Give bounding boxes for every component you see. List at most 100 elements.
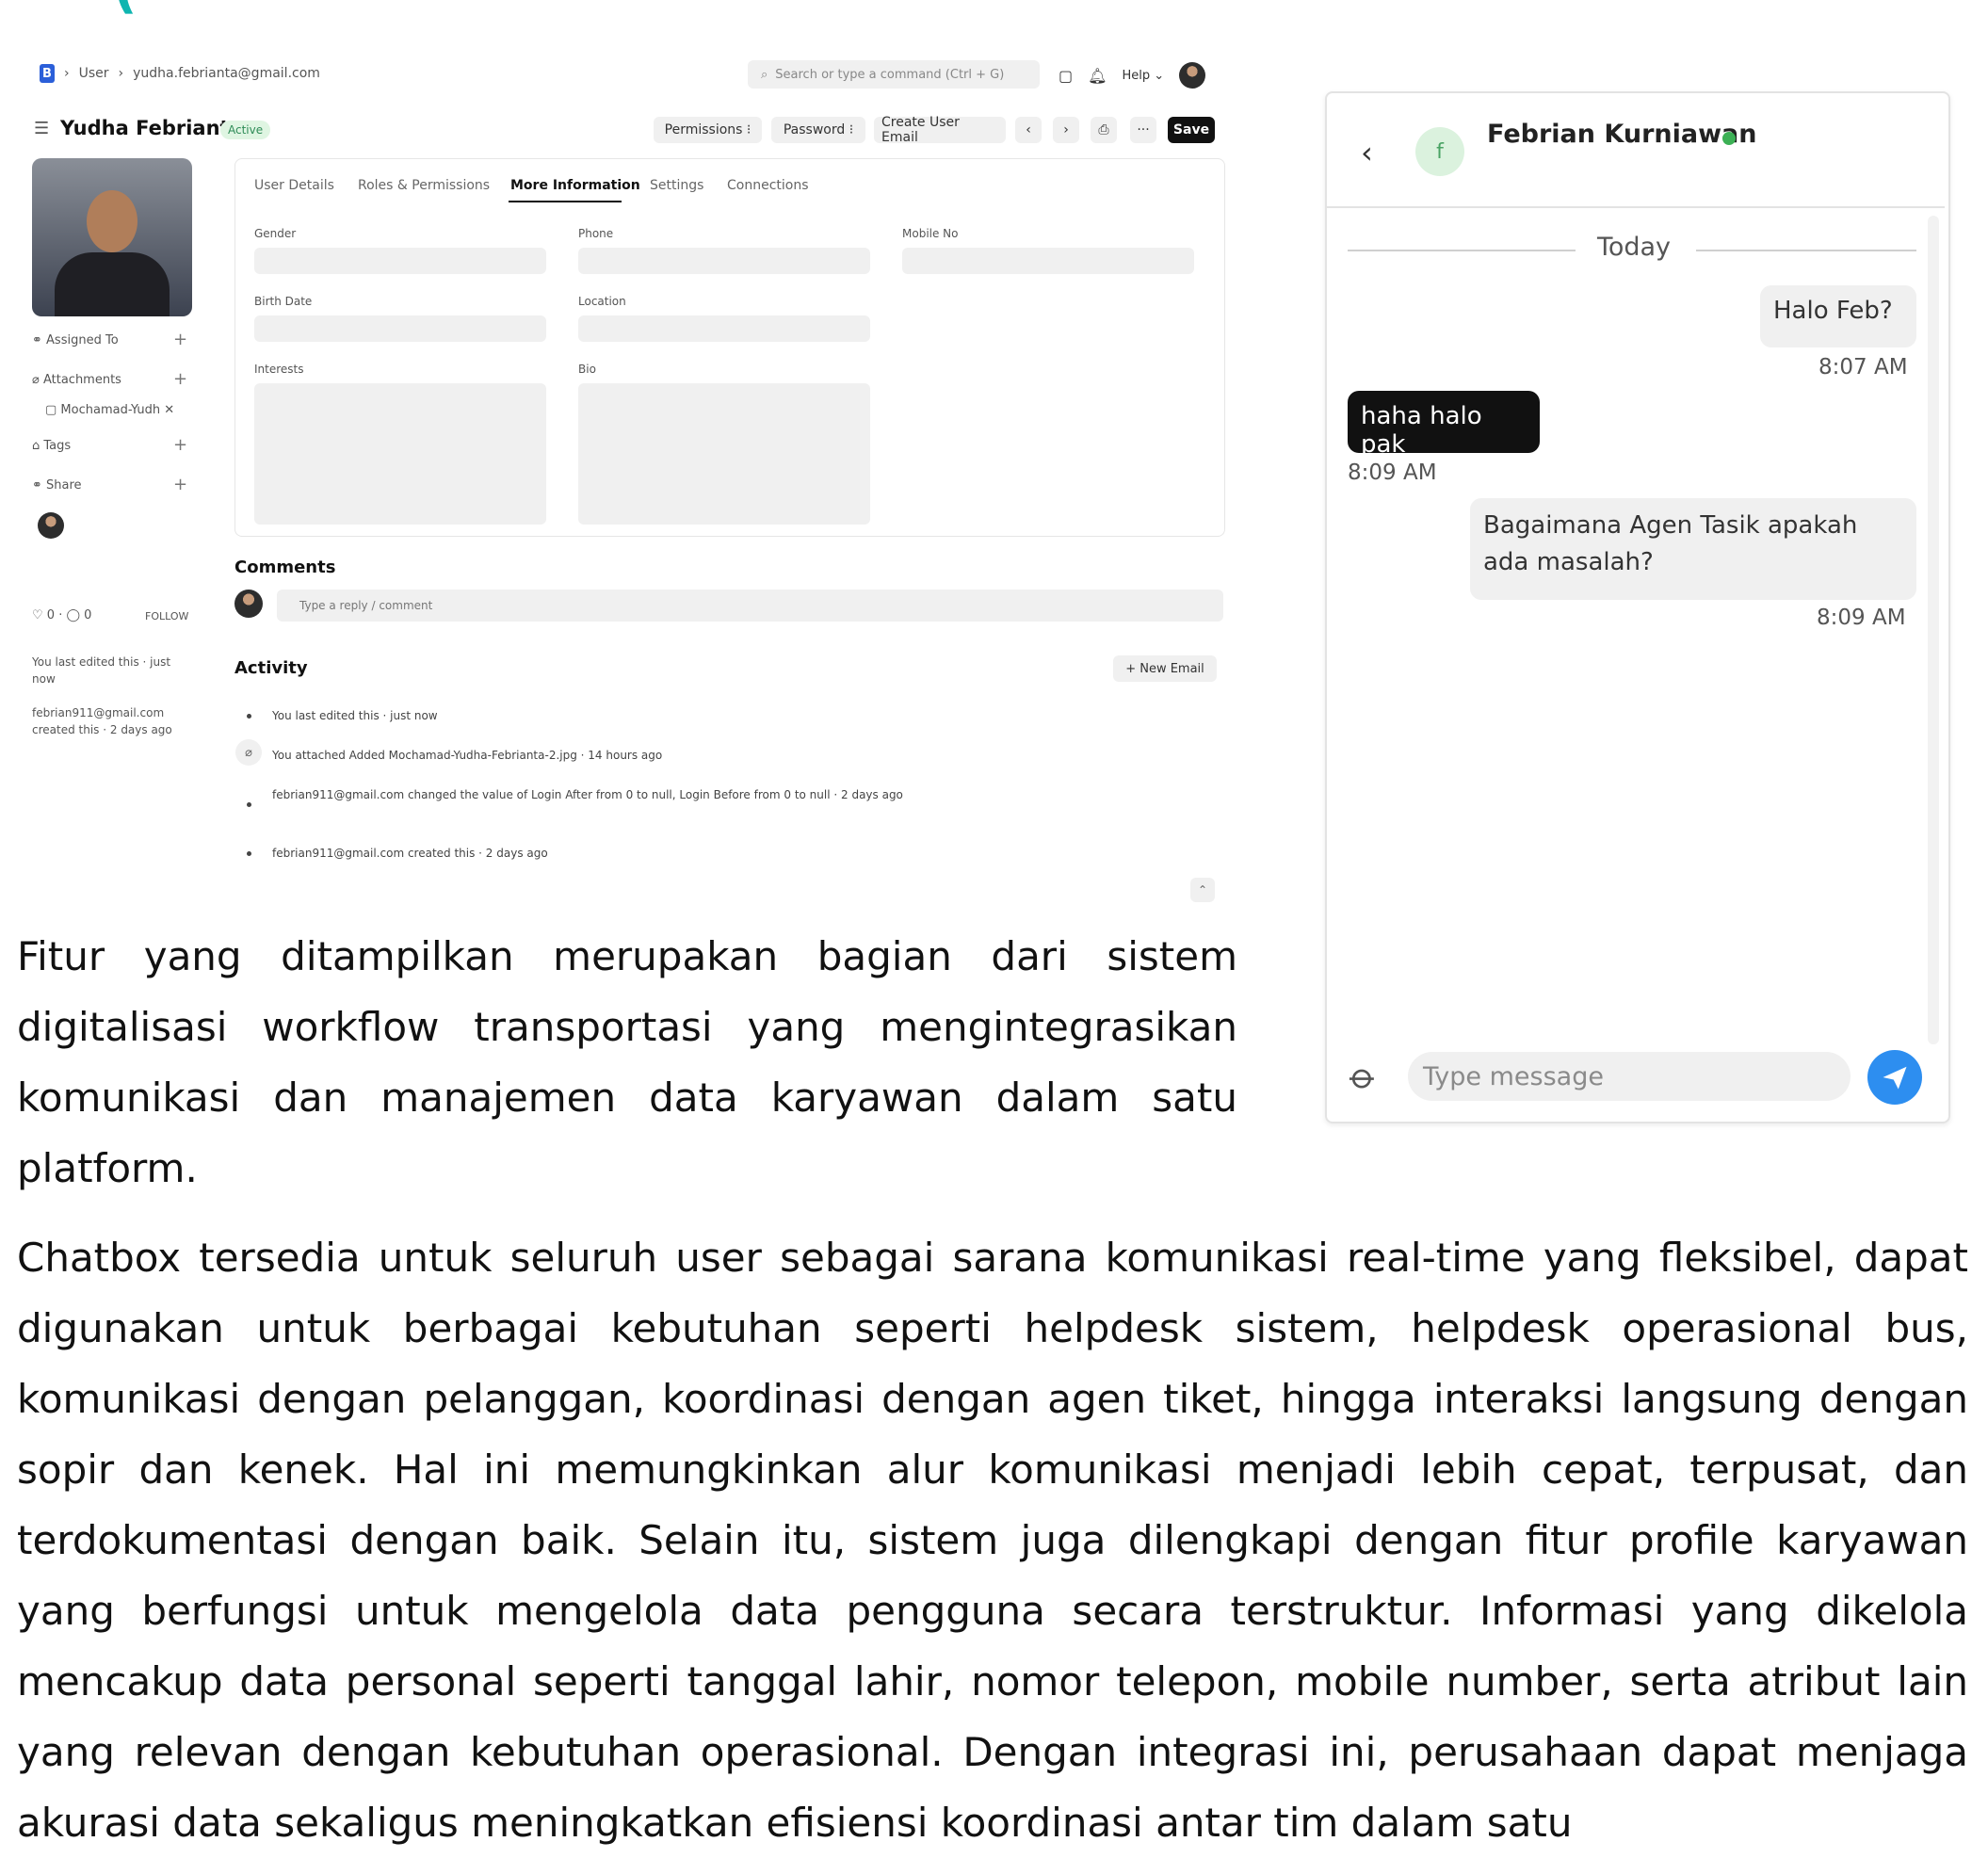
bio-field[interactable] <box>578 383 870 525</box>
activity-bullet <box>247 851 251 856</box>
active-tab-indicator <box>509 201 622 202</box>
mobile-no-label: Mobile No <box>902 227 959 240</box>
paperclip-icon[interactable]: ⌀ <box>1342 1054 1386 1098</box>
breadcrumb-user[interactable]: User <box>79 66 109 81</box>
photo-body <box>55 252 170 316</box>
tags-label: ⌂ Tags <box>32 439 72 453</box>
message-input[interactable]: Type message <box>1408 1052 1851 1101</box>
scroll-to-top-button[interactable]: ⌃ <box>1190 878 1215 902</box>
top-icons: ▢ 🔔︎ Help ⌄ <box>1059 62 1206 89</box>
created-by-text: febrian911@gmail.com created this · 2 da… <box>32 706 172 736</box>
bell-icon[interactable]: 🔔︎ <box>1088 67 1107 85</box>
location-field[interactable] <box>578 315 870 342</box>
app-logo[interactable]: B <box>40 64 55 83</box>
page-title: Yudha Febrianta <box>60 117 243 139</box>
breadcrumb: B › User › yudha.febrianta@gmail.com <box>40 64 320 83</box>
date-divider-line <box>1348 250 1576 251</box>
phone-label: Phone <box>578 227 614 240</box>
location-label: Location <box>578 295 626 308</box>
help-menu[interactable]: Help ⌄ <box>1122 69 1164 83</box>
phone-field[interactable] <box>578 248 870 274</box>
share-text: Share <box>46 478 82 493</box>
chat-header: ‹ f Febrian Kurniawan <box>1327 93 1945 208</box>
intro-paragraph: Fitur yang ditampilkan merupakan bagian … <box>17 933 1237 1191</box>
tab-user-details[interactable]: User Details <box>254 178 334 193</box>
user-avatar[interactable] <box>1179 62 1206 89</box>
activity-heading: Activity <box>234 658 308 678</box>
activity-item: You last edited this · just now <box>272 709 438 722</box>
description-paragraph: Chatbox tersedia untuk seluruh user seba… <box>17 1235 1968 1846</box>
prev-record-button[interactable]: ‹ <box>1015 117 1042 143</box>
tags-text: Tags <box>43 439 72 453</box>
photo-face <box>87 190 137 252</box>
search-placeholder: Search or type a command (Ctrl + G) <box>775 67 1005 82</box>
tab-more-information[interactable]: More Information <box>510 178 640 193</box>
search-input[interactable]: ⌕ Search or type a command (Ctrl + G) <box>748 60 1040 89</box>
back-arrow-icon[interactable]: ‹ <box>1361 135 1373 170</box>
follow-button[interactable]: FOLLOW <box>145 610 188 622</box>
comment-input[interactable]: Type a reply / comment <box>277 590 1223 622</box>
date-divider-line <box>1696 250 1916 251</box>
comments-heading: Comments <box>234 557 336 577</box>
send-button[interactable] <box>1867 1050 1922 1105</box>
form-card: User Details Roles & Permissions More In… <box>234 158 1225 537</box>
more-icon[interactable]: ··· <box>1130 117 1156 143</box>
attachments-text: Attachments <box>42 373 121 387</box>
online-status-dot <box>1722 132 1736 145</box>
permissions-button[interactable]: Permissions ⁝ <box>654 117 762 143</box>
attachment-file[interactable]: ▢ Mochamad-Yudh ✕ <box>45 403 174 417</box>
remove-attachment-icon[interactable]: ✕ <box>164 403 174 417</box>
birth-date-label: Birth Date <box>254 295 313 308</box>
date-divider: Today <box>1596 233 1672 262</box>
assigned-to-label: ⚭ Assigned To <box>32 333 119 347</box>
interests-label: Interests <box>254 363 304 376</box>
interests-field[interactable] <box>254 383 546 525</box>
gender-label: Gender <box>254 227 297 240</box>
attachment-file-name: Mochamad-Yudh <box>60 403 161 417</box>
mobile-no-field[interactable] <box>902 248 1194 274</box>
profile-photo[interactable] <box>32 158 192 316</box>
tab-settings[interactable]: Settings <box>650 178 703 193</box>
top-navbar: B › User › yudha.febrianta@gmail.com ⌕ S… <box>13 53 1237 96</box>
like-count: 0 <box>46 608 56 622</box>
tab-connections[interactable]: Connections <box>727 178 809 193</box>
shared-user-avatar[interactable] <box>38 512 64 539</box>
comment-count: 0 <box>84 608 92 622</box>
message-time: 8:07 AM <box>1818 355 1908 380</box>
chat-scrollbar[interactable] <box>1928 216 1939 1044</box>
add-tag-icon[interactable]: + <box>173 435 187 455</box>
message-bubble-outgoing: Bagaimana Agen Tasik apakah ada masalah? <box>1470 498 1916 600</box>
next-record-button[interactable]: › <box>1053 117 1079 143</box>
tab-roles-permissions[interactable]: Roles & Permissions <box>358 178 490 193</box>
chevron-right-icon: › <box>64 66 70 81</box>
add-attachment-icon[interactable]: + <box>173 369 187 389</box>
create-user-email-button[interactable]: Create User Email <box>874 115 1006 145</box>
likes-comments: ♡ 0 · ◯ 0 <box>32 608 92 622</box>
password-label: Password <box>783 122 846 137</box>
share-label: ⚭ Share <box>32 478 82 493</box>
breadcrumb-email[interactable]: yudha.febrianta@gmail.com <box>133 66 320 81</box>
contact-name: Febrian Kurniawan <box>1487 120 1757 149</box>
section-heading: ( <box>113 0 137 20</box>
add-share-icon[interactable]: + <box>173 475 187 494</box>
search-icon: ⌕ <box>761 67 768 82</box>
message-time: 8:09 AM <box>1817 606 1906 630</box>
save-button[interactable]: Save <box>1168 117 1215 143</box>
activity-bullet <box>247 802 251 807</box>
permissions-label: Permissions <box>664 122 743 137</box>
gender-field[interactable] <box>254 248 546 274</box>
birth-date-field[interactable] <box>254 315 546 342</box>
user-profile-screenshot: B › User › yudha.febrianta@gmail.com ⌕ S… <box>13 53 1237 910</box>
paperclip-icon: ⌀ <box>235 739 262 766</box>
status-badge: Active <box>220 121 271 139</box>
chat-icon[interactable]: ▢ <box>1059 67 1073 85</box>
contact-avatar: f <box>1415 127 1464 176</box>
menu-icon[interactable]: ☰ <box>34 119 49 138</box>
password-button[interactable]: Password ⁝ <box>771 117 865 143</box>
attachments-label: ⌀ Attachments <box>32 373 121 387</box>
print-icon[interactable]: ⎙ <box>1091 117 1117 143</box>
chevron-right-icon: › <box>118 66 124 81</box>
new-email-button[interactable]: + New Email <box>1113 655 1217 682</box>
message-time: 8:09 AM <box>1348 460 1437 485</box>
add-assignee-icon[interactable]: + <box>173 330 187 349</box>
